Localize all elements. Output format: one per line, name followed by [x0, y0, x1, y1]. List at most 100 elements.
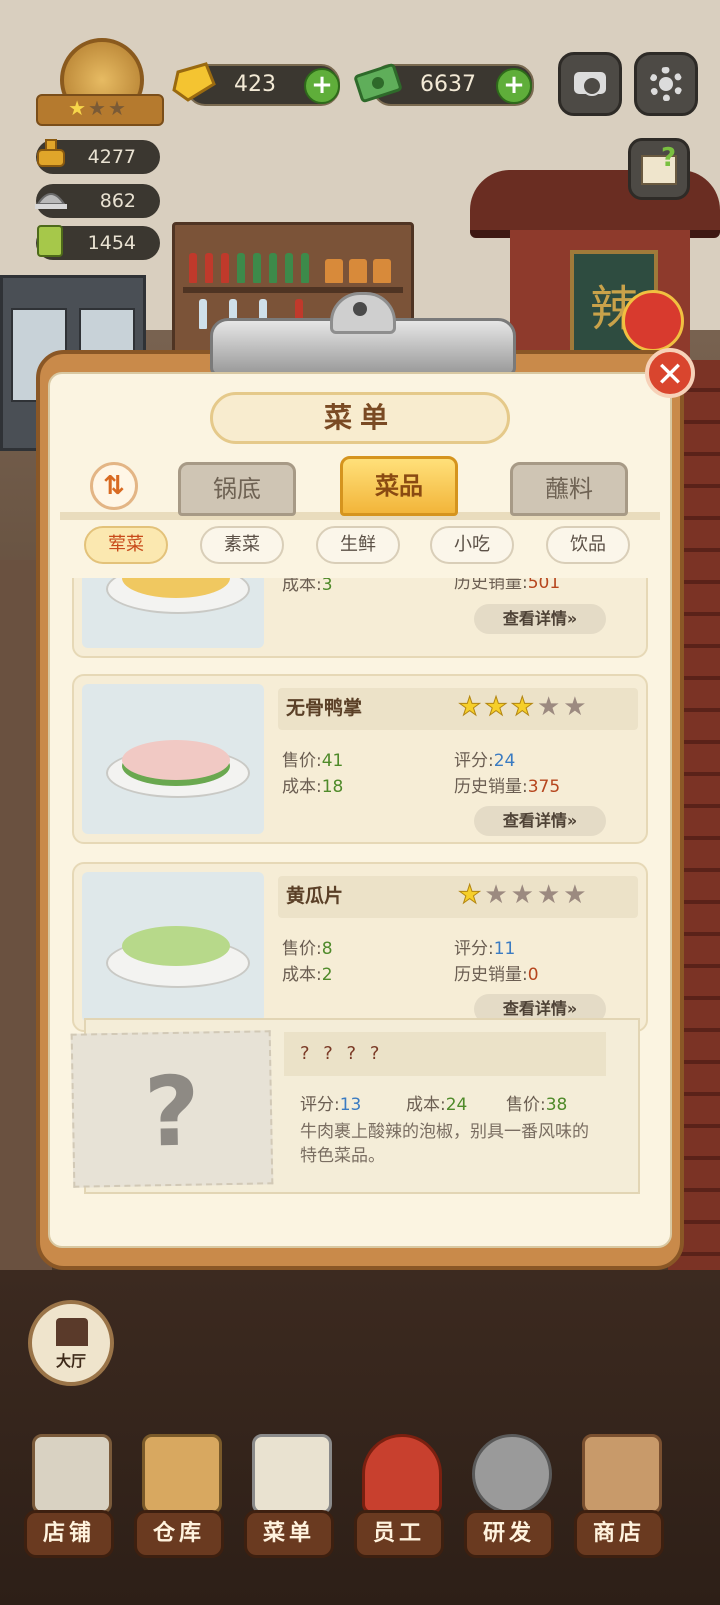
tab-sauces[interactable]: 蘸料 [510, 462, 628, 516]
sales-value: 375 [527, 777, 561, 797]
view-details-button[interactable]: 查看详情» [474, 806, 606, 836]
score-label: 评分: [300, 1095, 340, 1115]
nav-staff[interactable]: 员工 [350, 1428, 448, 1568]
staff-icon [362, 1434, 442, 1514]
nav-menu-label: 菜单 [244, 1510, 334, 1558]
nav-store[interactable]: 商店 [570, 1428, 668, 1568]
hall-button[interactable]: 大厅 [28, 1300, 114, 1386]
stat-ticket: 1454 [36, 225, 160, 260]
dish-name: 黄瓜片 [286, 885, 344, 907]
store-icon [582, 1434, 662, 1514]
price-value: 41 [321, 751, 344, 771]
research-icon [472, 1434, 552, 1514]
add-gems-button[interactable]: + [304, 68, 340, 104]
cost-value: 3 [321, 578, 333, 595]
clipboard-clip [210, 292, 516, 376]
dish-card[interactable]: 成本:3 历史销量:501 查看详情» [72, 578, 648, 658]
tab-dishes[interactable]: 菜品 [340, 456, 458, 516]
nav-menu[interactable]: 菜单 [240, 1428, 338, 1568]
gems-counter: 423 + [172, 62, 340, 106]
score-label: 评分: [454, 939, 494, 959]
score-label: 评分: [454, 751, 494, 771]
sort-button[interactable]: ⇅ [90, 462, 138, 510]
stat-ticket-value: 1454 [87, 232, 136, 254]
shop-icon [32, 1434, 112, 1514]
sales-label: 历史销量: [454, 578, 528, 593]
price-value: 8 [321, 939, 333, 959]
dish-cover-icon [32, 178, 70, 218]
dish-rating: ★★★★★ [457, 692, 590, 723]
gems-value: 423 [234, 72, 276, 97]
badge-stars: ★★★ [68, 96, 128, 120]
sales-label: 历史销量: [454, 777, 528, 797]
cost-label: 成本: [282, 965, 322, 985]
dish-image [82, 684, 264, 834]
tab-soup-base[interactable]: 锅底 [178, 462, 296, 516]
view-details-button[interactable]: 查看详情» [474, 604, 606, 634]
stat-dish: 862 [35, 184, 160, 218]
nav-shop-label: 店铺 [24, 1510, 114, 1558]
settings-button[interactable] [634, 52, 698, 116]
cash-counter: 6637 + [354, 63, 534, 106]
nav-research[interactable]: 研发 [460, 1428, 558, 1568]
question-mark-icon: ? [143, 1055, 201, 1169]
price-value: 38 [545, 1095, 568, 1115]
add-cash-button[interactable]: + [496, 68, 532, 104]
building-icon [56, 1318, 88, 1346]
stat-dish-value: 862 [99, 190, 136, 212]
cash-value: 6637 [420, 72, 476, 97]
guide-button[interactable]: ? [628, 138, 690, 200]
nav-shop[interactable]: 店铺 [20, 1428, 118, 1568]
score-value: 11 [493, 939, 516, 959]
page-title: 菜单 [323, 401, 396, 434]
category-snacks[interactable]: 小吃 [430, 526, 514, 564]
nav-warehouse-label: 仓库 [134, 1510, 224, 1558]
menu-icon [252, 1434, 332, 1514]
locked-dish-description: 牛肉裹上酸辣的泡椒，别具一番风味的特色菜品。 [300, 1122, 589, 1166]
sales-value: 0 [527, 965, 539, 985]
price-label: 售价: [506, 1095, 546, 1115]
score-value: 13 [339, 1095, 362, 1115]
camera-button[interactable] [558, 52, 622, 116]
ticket-icon [32, 220, 70, 260]
dish-card[interactable]: 无骨鸭掌 ★★★★★ 售价:41 评分:24 成本:18 历史销量:375 查看… [72, 674, 648, 844]
nav-research-label: 研发 [464, 1510, 554, 1558]
cost-label: 成本: [282, 578, 322, 595]
sales-label: 历史销量: [454, 965, 528, 985]
nav-warehouse[interactable]: 仓库 [130, 1428, 228, 1568]
gem-icon [170, 60, 218, 106]
cost-value: 18 [321, 777, 344, 797]
hall-label: 大厅 [55, 1352, 86, 1370]
nav-store-label: 商店 [574, 1510, 664, 1558]
dish-name: 无骨鸭掌 [286, 697, 363, 719]
hotpot-icon [32, 134, 70, 174]
locked-dish-card[interactable]: ? ? ? ? ? 评分:13 成本:24 售价:38 牛肉裹上酸辣的泡椒，别具… [64, 1018, 656, 1208]
dish-rating: ★★★★★ [457, 880, 590, 911]
stat-hotpot: 4277 [36, 139, 160, 174]
cash-icon [354, 60, 402, 106]
category-veg[interactable]: 素菜 [200, 526, 284, 564]
price-label: 售价: [282, 939, 322, 959]
locked-dish-name: ? ? ? ? [300, 1043, 384, 1064]
nav-staff-label: 员工 [354, 1510, 444, 1558]
cost-value: 2 [321, 965, 333, 985]
lion-dance-icon [622, 290, 684, 352]
dish-image [82, 578, 264, 648]
rank-badge[interactable]: ★★★ [36, 38, 164, 128]
warehouse-icon [142, 1434, 222, 1514]
price-label: 售价: [282, 751, 322, 771]
sales-value: 501 [527, 578, 561, 593]
dish-card[interactable]: 黄瓜片 ★★★★★ 售价:8 评分:11 成本:2 历史销量:0 查看详情» [72, 862, 648, 1032]
menu-title-banner: 菜单 [210, 392, 510, 444]
dish-image [82, 872, 264, 1022]
score-value: 24 [493, 751, 516, 771]
dish-list[interactable]: 成本:3 历史销量:501 查看详情» 无骨鸭掌 ★★★★★ 售价:41 评分:… [60, 578, 660, 1218]
category-drinks[interactable]: 饮品 [546, 526, 630, 564]
cost-value: 24 [445, 1095, 468, 1115]
category-fresh[interactable]: 生鲜 [316, 526, 400, 564]
category-meat[interactable]: 荤菜 [84, 526, 168, 564]
cost-label: 成本: [282, 777, 322, 797]
cost-label: 成本: [406, 1095, 446, 1115]
close-button[interactable]: ✕ [645, 348, 695, 398]
locked-dish-image: ? [70, 1030, 274, 1188]
